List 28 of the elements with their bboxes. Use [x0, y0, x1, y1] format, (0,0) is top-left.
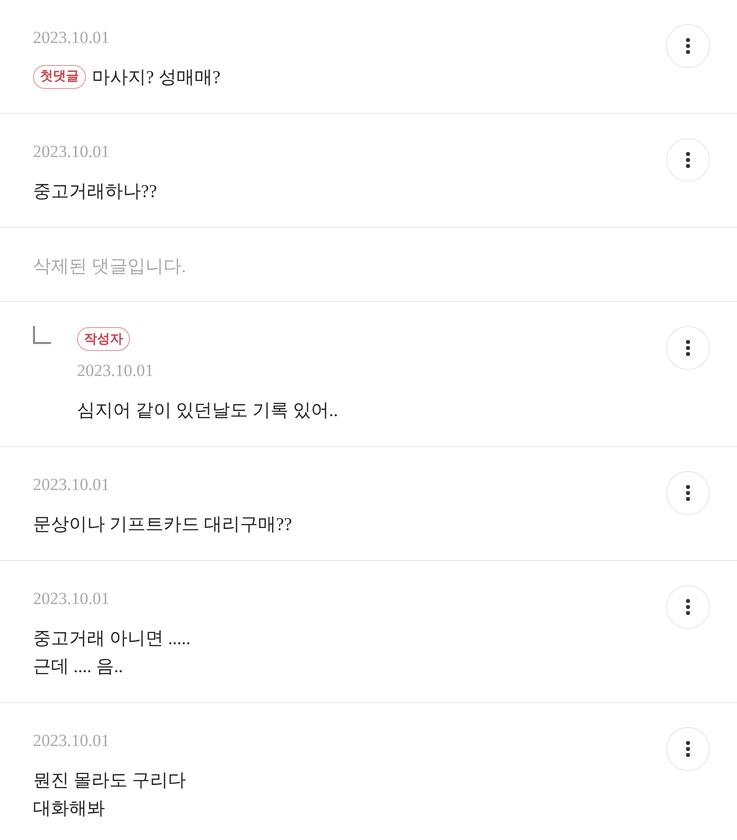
comment-text: 중고거래 아니면 ..... 근데 .... 음..: [33, 627, 190, 678]
vertical-dots-icon: [686, 38, 690, 54]
comment-date: 2023.10.01: [33, 27, 110, 49]
vertical-dots-icon: [686, 485, 690, 501]
vertical-dots-icon: [686, 340, 690, 356]
vertical-dots-icon: [686, 741, 690, 757]
more-options-button[interactable]: [666, 24, 710, 68]
vertical-dots-icon: [686, 599, 690, 615]
more-options-button[interactable]: [666, 727, 710, 771]
more-options-button[interactable]: [666, 585, 710, 629]
comment-date: 2023.10.01: [33, 474, 110, 496]
deleted-comment-notice: 삭제된 댓글입니다.: [33, 255, 186, 278]
comment-date: 2023.10.01: [77, 360, 154, 382]
author-badge: 작성자: [77, 327, 130, 351]
comment-date: 2023.10.01: [33, 588, 110, 610]
vertical-dots-icon: [686, 152, 690, 168]
comment-date: 2023.10.01: [33, 141, 110, 163]
comment-text: 마사지? 성매매?: [92, 66, 220, 89]
reply-elbow-icon: [33, 326, 51, 344]
more-options-button[interactable]: [666, 138, 710, 182]
first-comment-badge: 첫댓글: [33, 65, 86, 89]
more-options-button[interactable]: [666, 326, 710, 370]
comment-text: 문상이나 기프트카드 대리구매??: [33, 513, 292, 536]
comment-date: 2023.10.01: [33, 730, 110, 752]
comment-text: 심지어 같이 있던날도 기록 있어..: [77, 399, 338, 422]
more-options-button[interactable]: [666, 471, 710, 515]
comment-text: 중고거래하나??: [33, 180, 157, 203]
comment-text: 뭔진 몰라도 구리다 대화해봐: [33, 769, 186, 820]
